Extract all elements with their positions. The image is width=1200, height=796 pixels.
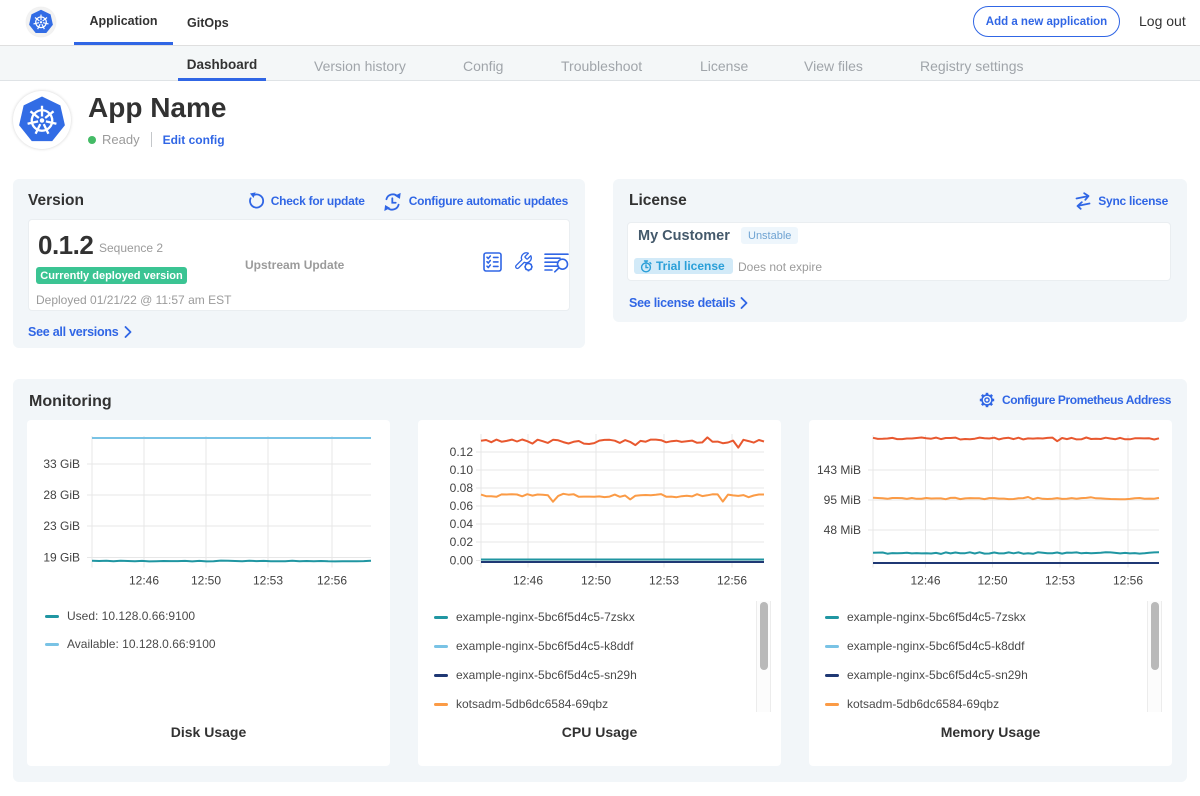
svg-text:12:56: 12:56 (1113, 574, 1143, 588)
svg-text:12:56: 12:56 (317, 574, 347, 588)
svg-text:12:53: 12:53 (1045, 574, 1075, 588)
svg-text:0.08: 0.08 (450, 481, 474, 495)
svg-text:0.06: 0.06 (450, 499, 474, 513)
svg-text:33 GiB: 33 GiB (43, 457, 80, 471)
svg-text:12:50: 12:50 (581, 574, 611, 588)
svg-text:143 MiB: 143 MiB (817, 463, 861, 477)
svg-text:12:53: 12:53 (253, 574, 283, 588)
svg-text:48 MiB: 48 MiB (824, 523, 861, 537)
svg-text:12:56: 12:56 (717, 574, 747, 588)
svg-text:12:53: 12:53 (649, 574, 679, 588)
svg-text:12:46: 12:46 (910, 574, 940, 588)
svg-text:0.04: 0.04 (450, 517, 474, 531)
svg-text:12:46: 12:46 (513, 574, 543, 588)
svg-text:28 GiB: 28 GiB (43, 488, 80, 502)
svg-text:12:50: 12:50 (191, 574, 221, 588)
svg-text:23 GiB: 23 GiB (43, 519, 80, 533)
svg-text:12:46: 12:46 (129, 574, 159, 588)
svg-text:19 GiB: 19 GiB (43, 551, 80, 565)
svg-text:12:50: 12:50 (977, 574, 1007, 588)
svg-text:95 MiB: 95 MiB (824, 493, 861, 507)
svg-text:0.00: 0.00 (450, 554, 474, 568)
svg-text:0.10: 0.10 (450, 463, 474, 477)
svg-text:0.02: 0.02 (450, 535, 474, 549)
svg-text:0.12: 0.12 (450, 445, 474, 459)
